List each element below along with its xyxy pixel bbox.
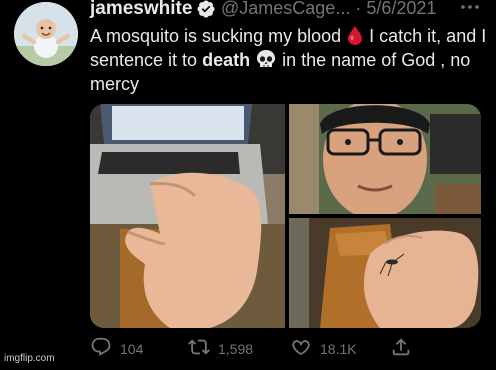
baby-photo-icon	[14, 2, 78, 66]
retweet-icon	[188, 339, 210, 355]
photo-mosquito-on-thumb[interactable]	[289, 218, 481, 328]
tweet-text: A mosquito is sucking my blood I catch i…	[90, 24, 490, 96]
retweet-button[interactable]: 1,598	[188, 336, 278, 360]
reply-button[interactable]: 104	[90, 336, 170, 360]
avatar[interactable]	[14, 2, 78, 66]
tweet-text-bold: death	[202, 50, 251, 70]
skull-emoji	[257, 50, 276, 67]
verified-badge-icon	[197, 0, 215, 18]
like-count: 18.1K	[320, 341, 357, 357]
more-options-icon[interactable]	[458, 0, 482, 18]
tweet-card[interactable]: jameswhite @JamesCage... · 5/6/2021 A mo…	[0, 0, 496, 370]
display-name[interactable]: jameswhite	[90, 0, 192, 20]
photo-man-selfie[interactable]	[289, 104, 481, 219]
reply-icon	[91, 337, 111, 356]
share-icon	[392, 338, 410, 356]
retweet-count: 1,598	[218, 341, 254, 357]
like-button[interactable]: 18.1K	[290, 336, 370, 360]
watermark: imgflip.com	[4, 353, 55, 364]
share-button[interactable]	[390, 336, 414, 360]
tweet-media-collage[interactable]	[90, 104, 481, 328]
tweet-actions-bar: 104 1,598 18.1K	[0, 336, 496, 362]
blood-drop-emoji	[348, 26, 363, 45]
heart-icon	[292, 340, 310, 356]
tweet-text-part1: A mosquito is sucking my blood	[90, 26, 342, 46]
reply-count: 104	[120, 341, 144, 357]
handle-and-date[interactable]: @JamesCage... · 5/6/2021	[221, 0, 436, 19]
photo-hand-laptop[interactable]	[90, 104, 285, 328]
